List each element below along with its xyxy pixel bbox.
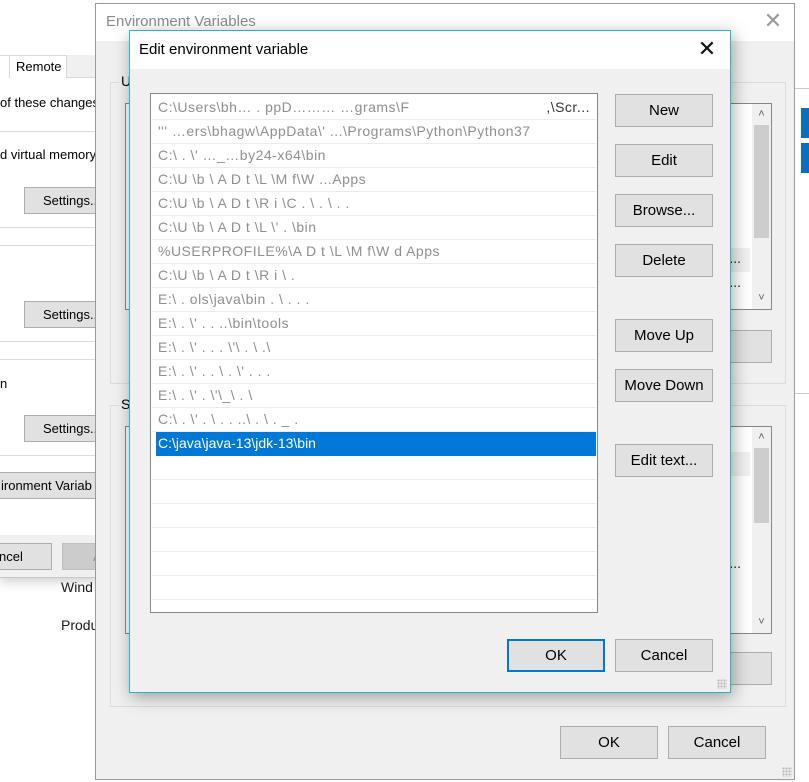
list-row-tail: ...	[729, 250, 741, 266]
move-down-button[interactable]: Move Down	[615, 369, 713, 402]
user-list-scrollbar[interactable]: ˄ ˅	[752, 104, 771, 309]
path-list-item[interactable]: E:\ . \' . \'\_\ . \	[152, 384, 596, 408]
path-text: C:\ . \' …_…by24-x64\bin	[158, 147, 326, 163]
path-list-item[interactable]: %USERPROFILE%\A D t \L \M f\W d Apps	[152, 240, 596, 264]
path-list-item[interactable]: C:\U \b \ A D t \R i \C . \ . \ . .	[152, 192, 596, 216]
divider	[0, 245, 100, 246]
path-text: E:\ . \' . . \ . \' . . .	[158, 363, 271, 379]
background-window-edge	[801, 143, 809, 173]
path-text: C:\U \b \ A D t \R i \C . \ . \ . .	[158, 195, 350, 211]
close-icon[interactable]: ✕	[762, 10, 784, 32]
info-text-virtual-memory: d virtual memory	[0, 147, 97, 162]
move-up-button[interactable]: Move Up	[615, 319, 713, 352]
divider	[795, 393, 809, 394]
startup-settings-button[interactable]: Settings...	[24, 415, 100, 442]
performance-settings-button[interactable]: Settings...	[24, 187, 100, 214]
resize-grip-icon[interactable]	[782, 767, 792, 777]
path-list-empty-row[interactable]	[152, 528, 596, 552]
env-cancel-button[interactable]: Cancel	[668, 726, 766, 759]
path-list-empty-row[interactable]	[152, 456, 596, 480]
path-text: E:\ . \' . . ..\bin\tools	[158, 315, 290, 331]
path-list-item[interactable]: E:\ . \' . . . \'\ . \ .\	[152, 336, 596, 360]
path-text: E:\ . \' . \'\_\ . \	[158, 387, 253, 403]
system-properties-window: n Remote of these changes d virtual memo…	[0, 0, 100, 578]
list-row-tail: ...	[729, 555, 741, 571]
path-list-item[interactable]: E:\ . \' . . ..\bin\tools	[152, 312, 596, 336]
tab-remote[interactable]: Remote	[9, 55, 67, 78]
path-list-empty-row[interactable]	[152, 480, 596, 504]
new-button[interactable]: New	[615, 94, 713, 127]
edit-text-button[interactable]: Edit text...	[615, 444, 713, 477]
path-text: %USERPROFILE%\A D t \L \M f\W d Apps	[158, 243, 441, 259]
tab-strip: n Remote	[0, 55, 100, 78]
path-text: C:\java\java-13\jdk-13\bin	[158, 435, 316, 451]
path-text: C:\Users\bh… . ppD……… …grams\F	[158, 99, 410, 115]
user-profiles-settings-button[interactable]: Settings...	[24, 301, 100, 328]
path-list-item[interactable]: C:\U \b \ A D t \L \M f\W ...Apps	[152, 168, 596, 192]
path-text: C:\U \b \ A D t \L \' . \bin	[158, 219, 317, 235]
divider	[0, 341, 100, 342]
scroll-down-icon[interactable]: ˅	[752, 290, 771, 307]
edit-environment-variable-dialog: Edit environment variable ✕ C:\Users\bh……	[129, 30, 731, 693]
path-text: ''' …ers\bhagw\AppData\' ...\Programs\Py…	[158, 123, 531, 139]
path-text: E:\ . ols\java\bin . \ . . .	[158, 291, 310, 307]
desktop-text-windows: Wind	[61, 579, 93, 595]
path-text: C:\ . \' . \ . . ..\ . \ . _ .	[158, 411, 299, 427]
divider	[0, 359, 100, 360]
scroll-thumb[interactable]	[754, 125, 769, 238]
path-list-item[interactable]: E:\ . \' . . \ . \' . . .	[152, 360, 596, 384]
path-list[interactable]: C:\Users\bh… . ppD……… …grams\F ,\Scr... '…	[150, 93, 598, 613]
ok-button[interactable]: OK	[507, 639, 605, 672]
divider	[795, 88, 809, 89]
path-list-item[interactable]: C:\U \b \ A D t \L \' . \bin	[152, 216, 596, 240]
system-list-scrollbar[interactable]: ˄ ˅	[752, 427, 771, 633]
info-text-changes: of these changes	[0, 95, 100, 110]
cancel-button[interactable]: Cancel	[615, 639, 713, 672]
list-row-tail: ...	[729, 274, 741, 290]
path-list-item[interactable]: ''' …ers\bhagw\AppData\' ...\Programs\Py…	[152, 120, 596, 144]
dialog-footer: ncel A	[0, 535, 100, 577]
resize-grip-icon[interactable]	[717, 679, 727, 689]
scroll-up-icon[interactable]: ˄	[752, 106, 771, 123]
dialog-title: Edit environment variable	[139, 41, 309, 58]
path-list-item[interactable]: E:\ . ols\java\bin . \ . . .	[152, 288, 596, 312]
info-text-startup: n	[0, 376, 8, 391]
close-icon[interactable]: ✕	[696, 38, 718, 60]
env-ok-button[interactable]: OK	[560, 726, 658, 759]
path-list-empty-row[interactable]	[152, 504, 596, 528]
path-list-item[interactable]: C:\Users\bh… . ppD……… …grams\F ,\Scr...	[152, 96, 596, 120]
divider	[0, 455, 100, 456]
environment-variables-button[interactable]: ironment Variab	[0, 472, 100, 499]
browse-button[interactable]: Browse...	[615, 194, 713, 227]
edit-button[interactable]: Edit	[615, 144, 713, 177]
path-text: C:\U \b \ A D t \R i \ .	[158, 267, 296, 283]
scroll-down-icon[interactable]: ˅	[752, 614, 771, 631]
scroll-thumb[interactable]	[754, 448, 769, 523]
title-bar: Edit environment variable ✕	[130, 31, 730, 69]
path-list-empty-row[interactable]	[152, 552, 596, 576]
cancel-button[interactable]: ncel	[0, 543, 52, 570]
path-list-empty-row[interactable]	[152, 576, 596, 600]
path-text-truncated-tail: ,\Scr...	[546, 99, 590, 115]
path-list-item[interactable]: C:\ . \' . \ . . ..\ . \ . _ .	[152, 408, 596, 432]
path-list-item-selected[interactable]: C:\java\java-13\jdk-13\bin	[156, 432, 596, 456]
desktop-text-product: Produ	[61, 617, 99, 633]
divider	[0, 227, 100, 228]
path-list-item[interactable]: C:\U \b \ A D t \R i \ .	[152, 264, 596, 288]
divider	[0, 131, 100, 132]
path-list-empty-row[interactable]	[152, 600, 596, 612]
path-text: C:\U \b \ A D t \L \M f\W ...Apps	[158, 171, 367, 187]
path-text: E:\ . \' . . . \'\ . \ .\	[158, 339, 271, 355]
background-window-edge	[801, 108, 809, 138]
dialog-title: Environment Variables	[106, 13, 256, 30]
path-list-item[interactable]: C:\ . \' …_…by24-x64\bin	[152, 144, 596, 168]
scroll-up-icon[interactable]: ˄	[752, 429, 771, 446]
delete-button[interactable]: Delete	[615, 244, 713, 277]
